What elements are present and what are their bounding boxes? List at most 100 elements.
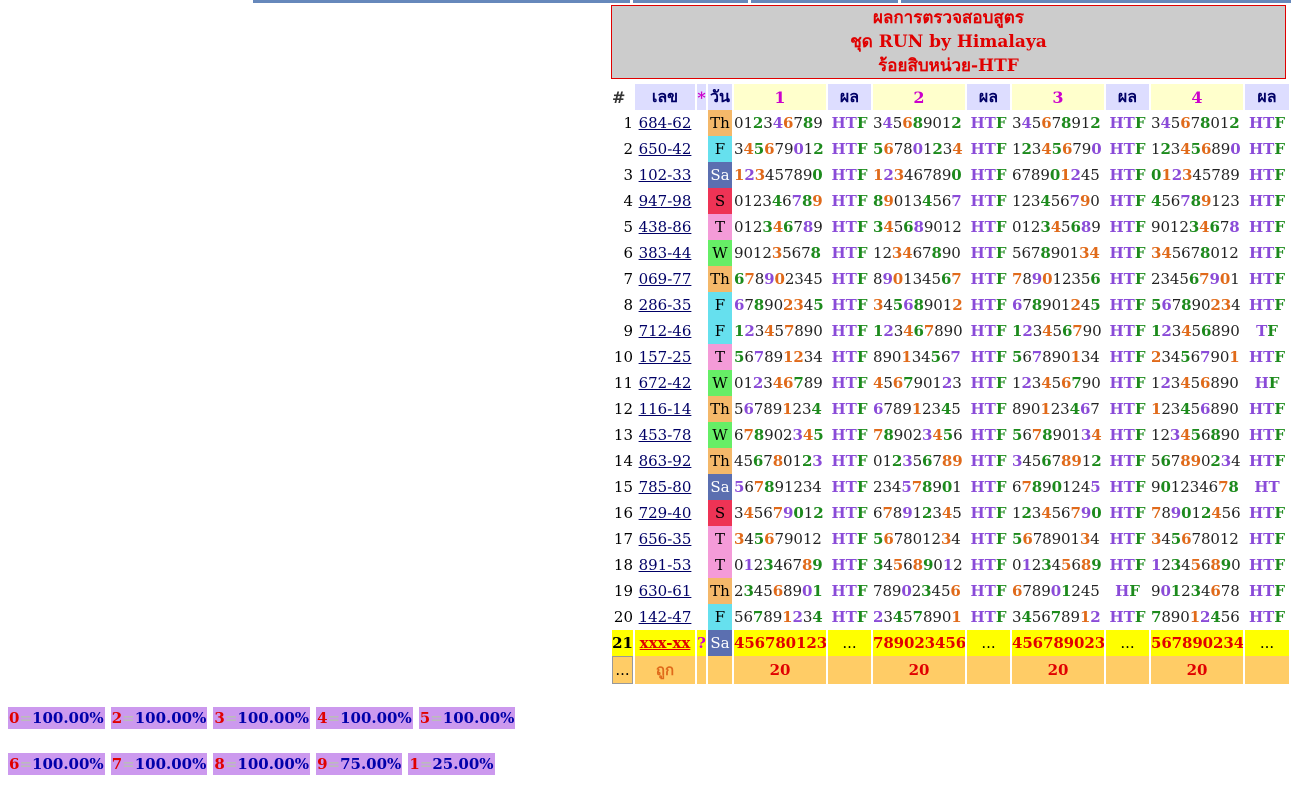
lek-value[interactable]: 684-62 [639,114,692,132]
lek-value[interactable]: 729-40 [639,504,692,522]
result-letter: T [845,166,857,184]
lek-link[interactable]: 684-62 [635,110,695,136]
result-cell: HTF [967,500,1010,526]
lek-value[interactable]: 438-86 [639,218,692,236]
lek-link[interactable]: 142-47 [635,604,695,630]
lek-link[interactable]: 383-44 [635,240,695,266]
result-letter: T [845,348,857,366]
result-letter: H [831,166,846,184]
lek-link[interactable]: 863-92 [635,448,695,474]
lek-value[interactable]: 672-42 [639,374,692,392]
digit: 6 [913,166,923,184]
digit: 7 [763,452,773,470]
table-row: 16 729-40 S 345679012 HTF 678912345 HTF 1234567… [612,500,1289,526]
lek-link[interactable]: 947-98 [635,188,695,214]
lek-value[interactable]: 116-14 [639,400,692,418]
lek-value[interactable]: 947-98 [639,192,692,210]
result-letter: H [1248,530,1264,548]
digit: 5 [753,530,765,548]
lek-value[interactable]: 286-35 [639,296,692,314]
digit: 6 [1070,218,1081,236]
result-letter: T [845,504,857,522]
lek-link[interactable]: 785-80 [635,474,695,500]
lek-link[interactable]: 672-42 [635,370,695,396]
row-number: 8 [623,296,633,314]
lek-value[interactable]: 785-80 [639,478,692,496]
digit: 2 [922,504,933,522]
lek-value[interactable]: 383-44 [639,244,692,262]
lek-value[interactable]: 650-42 [639,140,692,158]
lek-value[interactable]: xxx-xx [640,634,691,652]
lek-value[interactable]: 656-35 [639,530,692,548]
digit: 7 [1030,244,1041,262]
digit: 6 [1181,530,1192,548]
set-digits: 567890234 [1151,630,1243,656]
set-digits: 789012356 [1012,266,1104,292]
digit: 1 [911,400,923,418]
result-letter: H [831,114,846,132]
lek-value[interactable]: 157-25 [639,348,692,366]
digit: 9 [1081,374,1092,392]
digit: 9 [802,166,813,184]
result-cell: HTF [967,240,1010,266]
digit: 9 [783,504,794,522]
lek-link[interactable]: 891-53 [635,552,695,578]
lek-link[interactable]: 286-35 [635,292,695,318]
result-letter: F [995,374,1007,392]
digit: 8 [802,114,814,132]
digit: 1 [1219,244,1230,262]
result-letter: F [1134,452,1146,470]
row-number: 16 [613,504,633,522]
digit: 8 [931,244,942,262]
lek-link[interactable]: 438-86 [635,214,695,240]
lek-link[interactable]: 157-25 [635,344,695,370]
digit: 7 [911,478,923,496]
lek-value[interactable]: 630-61 [639,582,692,600]
lek-value[interactable]: 891-53 [639,556,692,574]
digit: 0 [1160,582,1171,600]
set-digits: 123456890 [1151,396,1243,422]
lek-link[interactable]: 102-33 [635,162,695,188]
lek-link[interactable]: 453-78 [635,422,695,448]
result-letter: F [856,114,868,132]
lek-value[interactable]: 142-47 [639,608,692,626]
lek-link[interactable]: 069-77 [635,266,695,292]
lek-value[interactable]: 453-78 [639,426,692,444]
lek-value[interactable]: 712-46 [639,322,692,340]
day-badge: F [708,318,732,344]
digit: 3 [1170,374,1181,392]
result-letter: F [1134,530,1146,548]
digit: 4 [1180,400,1191,418]
set-digits: 345679012 [734,500,826,526]
result-letter: T [984,166,996,184]
digit: 7 [753,348,765,366]
digit: 1 [1052,270,1062,288]
digit: 5 [782,244,792,262]
summary-count-2: 20 [873,656,965,684]
set-digits: 234578901 [873,604,965,630]
lek-link[interactable]: 656-35 [635,526,695,552]
lek-value[interactable]: 069-77 [639,270,692,288]
digit: 8 [1061,114,1072,132]
lek-value[interactable]: 863-92 [639,452,692,470]
lek-link[interactable]: 729-40 [635,500,695,526]
star-cell [697,266,706,292]
lek-link[interactable]: 116-14 [635,396,695,422]
row-number: 15 [613,478,633,496]
lek-value[interactable]: 102-33 [639,166,692,184]
lek-link[interactable]: 712-46 [635,318,695,344]
lek-link[interactable]: xxx-xx [635,630,695,656]
set-digits: 123456790 [1012,136,1104,162]
digit: 8 [802,218,814,236]
result-letter: T [1263,244,1275,262]
lek-link[interactable]: 650-42 [635,136,695,162]
digit: 1 [1230,270,1240,288]
digit: 7 [1070,504,1081,522]
table-row: 11 672-42 W 012346789 HTF 456790123 HTF 1234567… [612,370,1289,396]
digit: 2 [744,322,755,340]
result-letter: T [1123,192,1135,210]
digit: 5 [743,452,753,470]
set-digits: 234568901 [734,578,826,604]
result-cell: HTF [828,448,871,474]
lek-link[interactable]: 630-61 [635,578,695,604]
